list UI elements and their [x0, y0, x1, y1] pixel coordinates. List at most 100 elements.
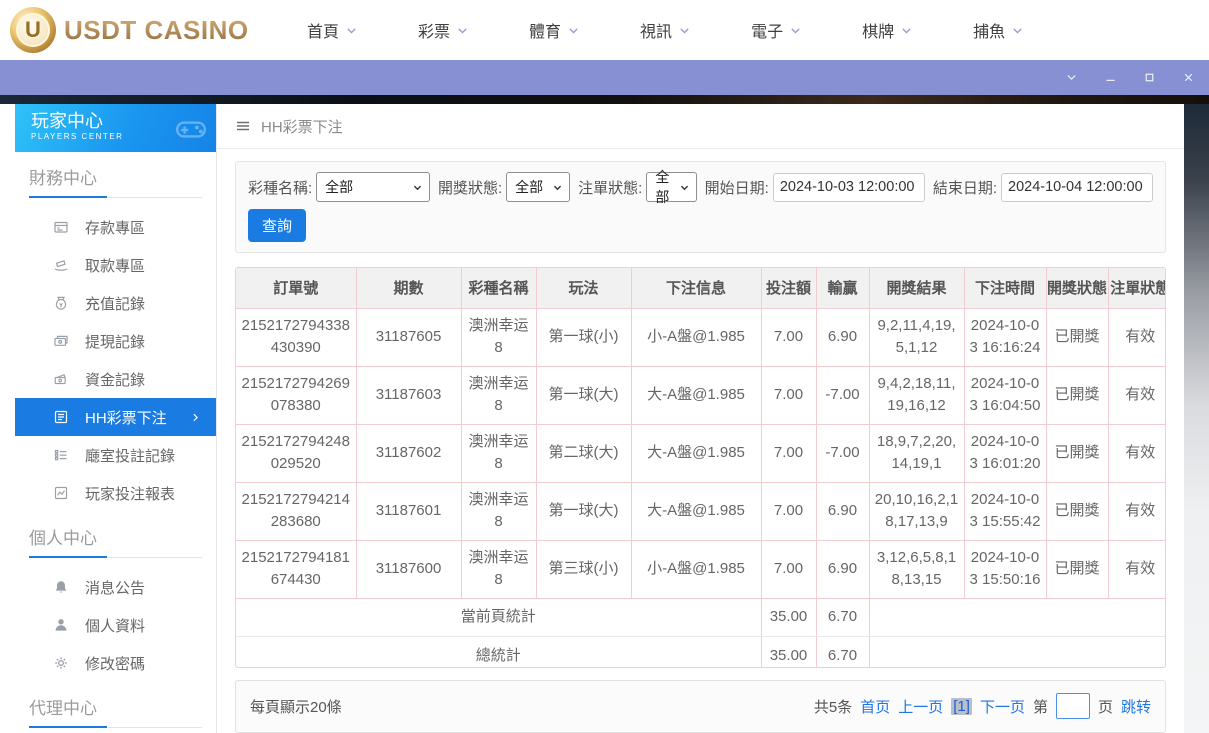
- nav-item-label: 首頁: [307, 18, 339, 42]
- lottery-name-select[interactable]: 全部: [316, 172, 430, 202]
- header-cell: 下注時間: [964, 268, 1046, 308]
- sidebar-item-hh-lottery-bets[interactable]: HH彩票下注: [15, 398, 216, 436]
- nav-item-4[interactable]: 視訊: [610, 18, 721, 42]
- recharge-record-icon: [53, 295, 69, 311]
- prev-page-link[interactable]: 上一页: [898, 696, 943, 717]
- sidebar: 玩家中心 PLAYERS CENTER 財務中心 存款專區 取款專區 充值記錄: [15, 104, 216, 733]
- summary-row: 當前頁統計35.006.70: [236, 598, 1166, 636]
- nav-item-7[interactable]: 捕魚: [943, 18, 1054, 42]
- table-cell: -7.00: [816, 366, 869, 424]
- end-date-label: 結束日期:: [933, 177, 997, 198]
- start-date-input[interactable]: [773, 173, 925, 202]
- nav-item-2[interactable]: 彩票: [388, 18, 499, 42]
- table-cell: 2024-10-03 15:50:16: [964, 540, 1046, 598]
- table-cell: 小-A盤@1.985: [631, 540, 761, 598]
- jump-go-link[interactable]: 跳转: [1121, 696, 1151, 717]
- brand-name: USDT CASINO: [64, 15, 249, 46]
- sidebar-item-funds-record[interactable]: 資金記錄: [15, 360, 216, 398]
- window-close-icon[interactable]: [1182, 71, 1195, 84]
- chevron-down-icon: [789, 24, 802, 37]
- withdraw-icon: [53, 257, 69, 273]
- hall-records-icon: [53, 447, 69, 463]
- end-date-input[interactable]: [1001, 173, 1153, 202]
- draw-status-value: 全部: [515, 177, 543, 197]
- summary-empty-cell: [869, 598, 1166, 636]
- breadcrumb: HH彩票下注: [217, 104, 1184, 149]
- usdt-coin-icon: U: [10, 7, 56, 53]
- nav-item-5[interactable]: 電子: [721, 18, 832, 42]
- sidebar-item-profile[interactable]: 個人資料: [15, 606, 216, 644]
- sidebar-item-withdraw[interactable]: 取款專區: [15, 246, 216, 284]
- order-status-label: 注單狀態:: [578, 177, 642, 198]
- sidebar-item-hall-bet-records[interactable]: 廰室投註記錄: [15, 436, 216, 474]
- section-finance-center: 財務中心: [29, 164, 202, 198]
- draw-status-select[interactable]: 全部: [506, 172, 570, 202]
- table-cell: 6.90: [816, 482, 869, 540]
- lottery-list-icon: [53, 409, 69, 425]
- nav-item-6[interactable]: 棋牌: [832, 18, 943, 42]
- next-page-link[interactable]: 下一页: [980, 696, 1025, 717]
- nav-item-3[interactable]: 體育: [499, 18, 610, 42]
- table-cell: 2152172794214283680: [236, 482, 356, 540]
- header-cell: 投注額: [761, 268, 816, 308]
- table-row: 215217279424802952031187602澳洲幸运8第二球(大)大-…: [236, 424, 1166, 482]
- table-cell: 31187601: [356, 482, 461, 540]
- window-collapse-icon[interactable]: [1065, 71, 1078, 84]
- chevron-down-icon: [679, 182, 690, 193]
- personal-menu: 消息公告 個人資料 修改密碼: [15, 568, 216, 682]
- bets-table: 訂單號期數彩種名稱玩法下注信息投注額輸贏開獎結果下注時間開獎狀態注單狀態2152…: [235, 267, 1166, 668]
- table-cell: 有效: [1108, 540, 1166, 598]
- order-status-select[interactable]: 全部: [646, 172, 696, 202]
- table-cell: 6.90: [816, 308, 869, 366]
- chevron-down-icon: [412, 182, 423, 193]
- table-cell: 18,9,7,2,20,14,19,1: [869, 424, 964, 482]
- table-cell: 有效: [1108, 366, 1166, 424]
- page-jump-input[interactable]: [1056, 693, 1090, 719]
- table-cell: 2024-10-03 16:04:50: [964, 366, 1046, 424]
- sidebar-item-label: 廰室投註記錄: [85, 445, 175, 466]
- header-cell: 期數: [356, 268, 461, 308]
- sidebar-item-notices[interactable]: 消息公告: [15, 568, 216, 606]
- order-status-value: 全部: [655, 167, 678, 207]
- table-cell: 2152172794338430390: [236, 308, 356, 366]
- table-cell: 31187605: [356, 308, 461, 366]
- header-cell: 注單狀態: [1108, 268, 1166, 308]
- nav-item-1[interactable]: 首頁: [277, 18, 388, 42]
- chevron-down-icon: [456, 24, 469, 37]
- table-cell: 澳洲幸运8: [461, 424, 536, 482]
- chevron-down-icon: [345, 24, 358, 37]
- sidebar-item-withdrawal-record[interactable]: 提現記錄: [15, 322, 216, 360]
- brand-logo[interactable]: U USDT CASINO: [10, 7, 225, 53]
- draw-status-label: 開獎狀態:: [438, 177, 502, 198]
- window-minimize-icon[interactable]: [1104, 71, 1117, 84]
- sidebar-item-change-password[interactable]: 修改密碼: [15, 644, 216, 682]
- sidebar-item-label: 玩家投注報表: [85, 483, 175, 504]
- page-title: HH彩票下注: [261, 116, 343, 137]
- section-agent-center: 代理中心: [29, 694, 202, 728]
- table-cell: 第三球(小): [536, 540, 631, 598]
- menu-icon[interactable]: [235, 118, 251, 134]
- table-cell: 大-A盤@1.985: [631, 424, 761, 482]
- nav-item-label: 電子: [751, 18, 783, 42]
- table-cell: 已開獎: [1046, 540, 1108, 598]
- table-row: 215217279433843039031187605澳洲幸运8第一球(小)小-…: [236, 308, 1166, 366]
- table-cell: 第一球(小): [536, 308, 631, 366]
- table-cell: 有效: [1108, 308, 1166, 366]
- sidebar-item-recharge-record[interactable]: 充值記錄: [15, 284, 216, 322]
- window-maximize-icon[interactable]: [1143, 71, 1156, 84]
- sidebar-item-deposit[interactable]: 存款專區: [15, 208, 216, 246]
- sidebar-item-label: 資金記錄: [85, 369, 145, 390]
- chevron-down-icon: [678, 24, 691, 37]
- chevron-down-icon: [900, 24, 913, 37]
- first-page-link[interactable]: 首页: [860, 696, 890, 717]
- sidebar-item-player-bet-report[interactable]: 玩家投注報表: [15, 474, 216, 512]
- sidebar-item-label: 消息公告: [85, 577, 145, 598]
- table-cell: 7.00: [761, 424, 816, 482]
- table-cell: 第一球(大): [536, 482, 631, 540]
- gear-icon: [53, 655, 69, 671]
- header-cell: 開獎狀態: [1046, 268, 1108, 308]
- table-cell: 已開獎: [1046, 424, 1108, 482]
- chevron-right-icon: [189, 411, 202, 424]
- search-button[interactable]: 查詢: [248, 209, 306, 242]
- table-cell: 7.00: [761, 540, 816, 598]
